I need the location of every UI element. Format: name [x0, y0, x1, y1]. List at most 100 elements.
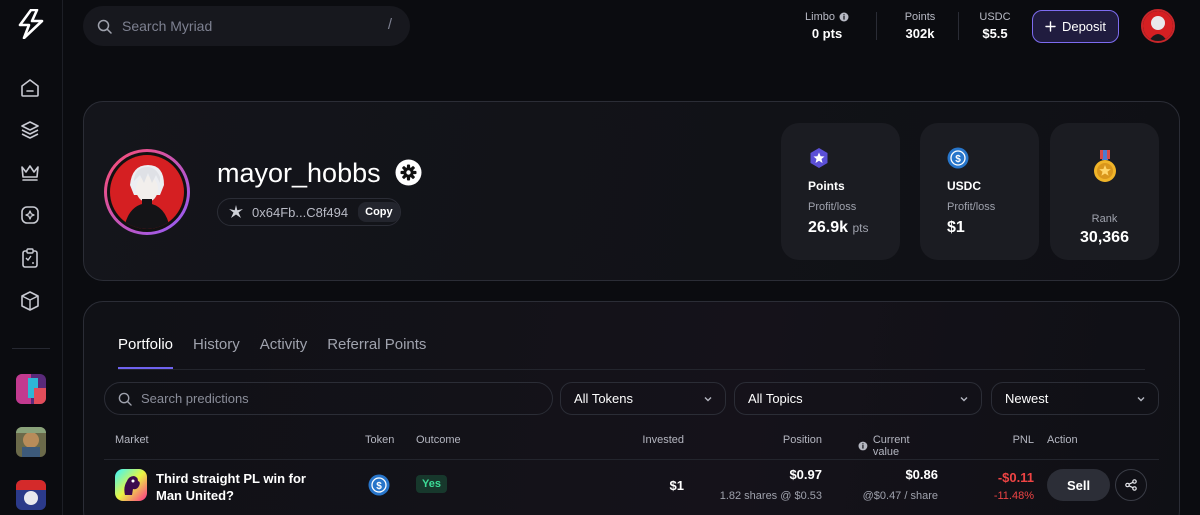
share-icon — [1125, 479, 1137, 491]
points-star-icon — [810, 148, 828, 168]
tokens-dropdown[interactable]: All Tokens — [560, 382, 726, 415]
portfolio-tabs: Portfolio History Activity Referral Poin… — [118, 336, 426, 369]
home-icon[interactable] — [19, 77, 41, 99]
sidebar — [0, 0, 63, 515]
sort-dropdown-value: Newest — [1005, 391, 1049, 406]
column-header-invested: Invested — [642, 434, 684, 446]
points-label: Points — [904, 11, 936, 23]
usdc-icon: $ — [947, 147, 969, 169]
usdc-card-value: $1 — [947, 219, 965, 236]
header-divider — [958, 12, 959, 40]
settings-icon[interactable] — [395, 159, 422, 186]
sell-button[interactable]: Sell — [1047, 469, 1110, 501]
usdc-value: $5.5 — [982, 26, 1008, 41]
tab-portfolio[interactable]: Portfolio — [118, 336, 174, 369]
clipboard-icon[interactable] — [19, 247, 41, 269]
deposit-label: Deposit — [1061, 19, 1107, 34]
search-icon — [97, 19, 112, 34]
chevron-down-icon — [960, 397, 968, 402]
search-input[interactable] — [122, 18, 372, 34]
rank-card-value: 30,366 — [1080, 229, 1129, 246]
position-value: $0.97 — [789, 467, 822, 482]
column-header-current-value: Current value — [858, 434, 938, 458]
info-icon[interactable] — [839, 12, 849, 22]
pnl-percent: -11.48% — [993, 490, 1034, 502]
copy-address-button[interactable]: Copy — [358, 202, 400, 222]
user-avatar[interactable] — [1141, 9, 1175, 43]
recent-market-thumbnail[interactable] — [16, 374, 46, 404]
profile-avatar — [104, 149, 190, 235]
layers-icon[interactable] — [19, 119, 41, 141]
invested-value: $1 — [669, 478, 684, 493]
recent-market-thumbnail[interactable] — [16, 427, 46, 457]
predictions-search-bar[interactable] — [104, 382, 553, 415]
sparkle-icon[interactable] — [19, 204, 41, 226]
points-unit: pts — [852, 221, 869, 235]
usdc-stat: USDC $5.5 — [975, 11, 1015, 41]
tab-history[interactable]: History — [193, 336, 240, 369]
column-header-market: Market — [115, 434, 149, 446]
points-card-value: 26.9k pts — [808, 219, 869, 237]
box-icon[interactable] — [19, 290, 41, 312]
rank-card-label: Rank — [1091, 213, 1118, 225]
points-pnl-value: 26.9k — [808, 219, 849, 236]
rank-card: Rank 30,366 — [1050, 123, 1159, 260]
column-header-position: Position — [782, 434, 822, 446]
tokens-dropdown-value: All Tokens — [574, 391, 634, 406]
limbo-value: 0 pts — [811, 26, 843, 41]
usdc-card-subtitle: Profit/loss — [947, 201, 996, 213]
tab-activity[interactable]: Activity — [260, 336, 308, 369]
chevron-down-icon — [1137, 397, 1145, 402]
usdc-token-icon: $ — [368, 474, 390, 496]
current-value-label: Current value — [872, 434, 910, 458]
info-icon[interactable] — [858, 441, 868, 451]
column-header-pnl: PNL — [1012, 434, 1034, 446]
profile-card: mayor_hobbs 0x64Fb...C8f494 Copy Points … — [83, 101, 1180, 281]
wallet-network-icon — [229, 205, 243, 218]
topics-dropdown-value: All Topics — [748, 391, 803, 406]
limbo-stat: Limbo 0 pts — [801, 11, 853, 41]
position-shares: 1.82 shares @ $0.53 — [719, 490, 822, 502]
profile-username: mayor_hobbs — [217, 158, 381, 188]
pnl-value: -$0.11 — [997, 470, 1034, 485]
portfolio-card: Portfolio History Activity Referral Poin… — [83, 301, 1180, 515]
points-stat: Points 302k — [898, 11, 942, 41]
plus-icon — [1045, 21, 1056, 32]
deposit-button[interactable]: Deposit — [1032, 10, 1119, 43]
usdc-pnl-card: $ USDC Profit/loss $1 — [920, 123, 1039, 260]
current-value: $0.86 — [905, 467, 938, 482]
points-pnl-card: Points Profit/loss 26.9k pts — [781, 123, 900, 260]
column-header-outcome: Outcome — [416, 434, 461, 446]
predictions-search-input[interactable] — [141, 391, 521, 406]
crown-icon[interactable] — [19, 161, 41, 183]
sidebar-divider — [12, 348, 50, 349]
limbo-label: Limbo — [805, 11, 835, 23]
tabs-divider — [118, 369, 1145, 370]
svg-text:$: $ — [955, 154, 961, 165]
wallet-address: 0x64Fb...C8f494 — [252, 204, 349, 220]
market-title-link[interactable]: Third straight PL win for Man United? — [156, 470, 331, 504]
current-value-per-share: @$0.47 / share — [862, 490, 938, 502]
chevron-down-icon — [704, 397, 712, 402]
column-header-action: Action — [1047, 434, 1078, 446]
search-shortcut-hint: / — [387, 16, 392, 33]
points-value: 302k — [905, 26, 935, 41]
search-icon — [118, 392, 132, 406]
outcome-badge: Yes — [416, 475, 447, 493]
tab-referral-points[interactable]: Referral Points — [327, 336, 426, 369]
premier-league-icon — [115, 469, 147, 501]
header-divider — [876, 12, 877, 40]
topics-dropdown[interactable]: All Topics — [734, 382, 982, 415]
points-card-title: Points — [808, 179, 845, 193]
points-card-subtitle: Profit/loss — [808, 201, 857, 213]
svg-text:$: $ — [376, 481, 382, 492]
myriad-logo-icon[interactable] — [17, 9, 45, 39]
recent-market-thumbnail[interactable] — [16, 480, 46, 510]
usdc-card-title: USDC — [947, 179, 982, 193]
sort-dropdown[interactable]: Newest — [991, 382, 1159, 415]
column-header-token: Token — [365, 434, 395, 446]
global-search-bar[interactable]: / — [83, 6, 410, 46]
wallet-address-pill: 0x64Fb...C8f494 Copy — [217, 198, 401, 226]
share-button[interactable] — [1115, 469, 1147, 501]
usdc-label: USDC — [979, 11, 1011, 23]
